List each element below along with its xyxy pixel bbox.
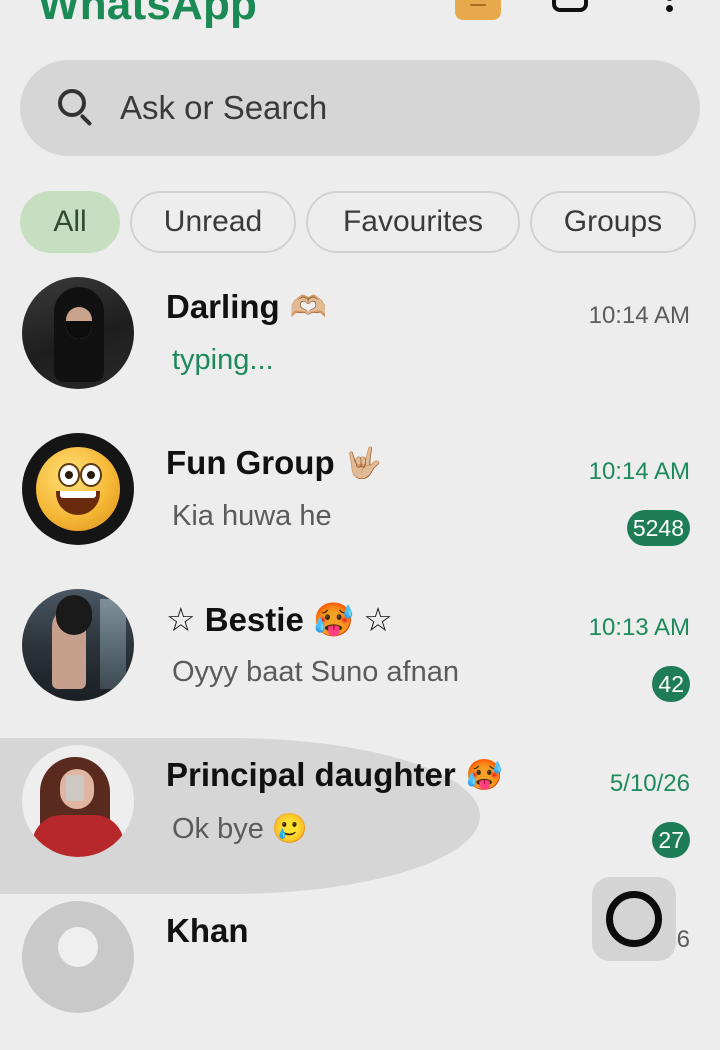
chat-row[interactable]: Fun Group 🤟🏼 Kia huwa he 10:14 AM 5248 [0, 426, 720, 582]
chat-time: 5/10/26 [609, 770, 690, 797]
avatar[interactable] [22, 277, 134, 389]
chat-name: Principal daughter 🥵 [166, 756, 503, 794]
chat-name: Khan [166, 912, 249, 950]
filter-chips: All Unread Favourites Groups [20, 191, 696, 253]
chat-name-text: ☆ Bestie 🥵 ☆ [166, 601, 393, 638]
search-icon [58, 89, 96, 127]
unread-count-badge: 5248 [626, 510, 690, 546]
chat-name-text: Darling [166, 288, 280, 325]
unread-count-badge: 42 [652, 666, 690, 702]
chat-name-emoji: 🫶🏼 [289, 290, 328, 324]
chat-preview: typing... [172, 344, 274, 376]
avatar[interactable] [22, 589, 134, 701]
chat-time: 10:13 AM [588, 614, 690, 641]
chat-preview: Oyyy baat Suno afnan [172, 656, 459, 688]
chat-time: 10:14 AM [588, 302, 690, 329]
search-input[interactable] [120, 89, 640, 127]
chat-name: Darling 🫶🏼 [166, 288, 327, 326]
chat-preview: Ok bye 🥲 [172, 813, 309, 845]
meta-ai-icon[interactable] [455, 0, 501, 20]
filter-chip-groups[interactable]: Groups [530, 191, 696, 253]
unread-count-badge: 27 [652, 822, 690, 858]
chat-time: 10:14 AM [588, 458, 690, 485]
filter-chip-unread[interactable]: Unread [130, 191, 296, 253]
avatar[interactable] [22, 901, 134, 1013]
filter-chip-all[interactable]: All [20, 191, 120, 253]
new-chat-fab[interactable] [592, 877, 676, 961]
avatar[interactable] [22, 745, 134, 857]
camera-icon[interactable] [552, 0, 588, 12]
chat-name: Fun Group 🤟🏼 [166, 444, 382, 482]
new-chat-icon [606, 891, 662, 947]
app-title: WhatsApp [38, 0, 258, 29]
top-app-bar: WhatsApp [0, 0, 720, 40]
filter-chip-favourites[interactable]: Favourites [306, 191, 520, 253]
chat-row[interactable]: Darling 🫶🏼 typing... 10:14 AM [0, 270, 720, 426]
avatar[interactable] [22, 433, 134, 545]
chat-name-emoji: 🤟🏼 [344, 446, 382, 480]
chat-preview: Kia huwa he [172, 500, 332, 532]
chat-name: ☆ Bestie 🥵 ☆ [166, 600, 393, 640]
chat-row[interactable]: Principal daughter 🥵 Ok bye 🥲 5/10/26 27 [0, 738, 720, 894]
chat-name-text: Khan [166, 912, 249, 949]
chat-name-emoji: 🥵 [465, 758, 504, 792]
search-bar[interactable] [20, 60, 700, 156]
more-vertical-icon[interactable] [664, 0, 674, 16]
chat-row[interactable]: ☆ Bestie 🥵 ☆ Oyyy baat Suno afnan 10:13 … [0, 582, 720, 738]
chat-name-text: Fun Group [166, 444, 335, 481]
chat-name-text: Principal daughter [166, 756, 456, 793]
